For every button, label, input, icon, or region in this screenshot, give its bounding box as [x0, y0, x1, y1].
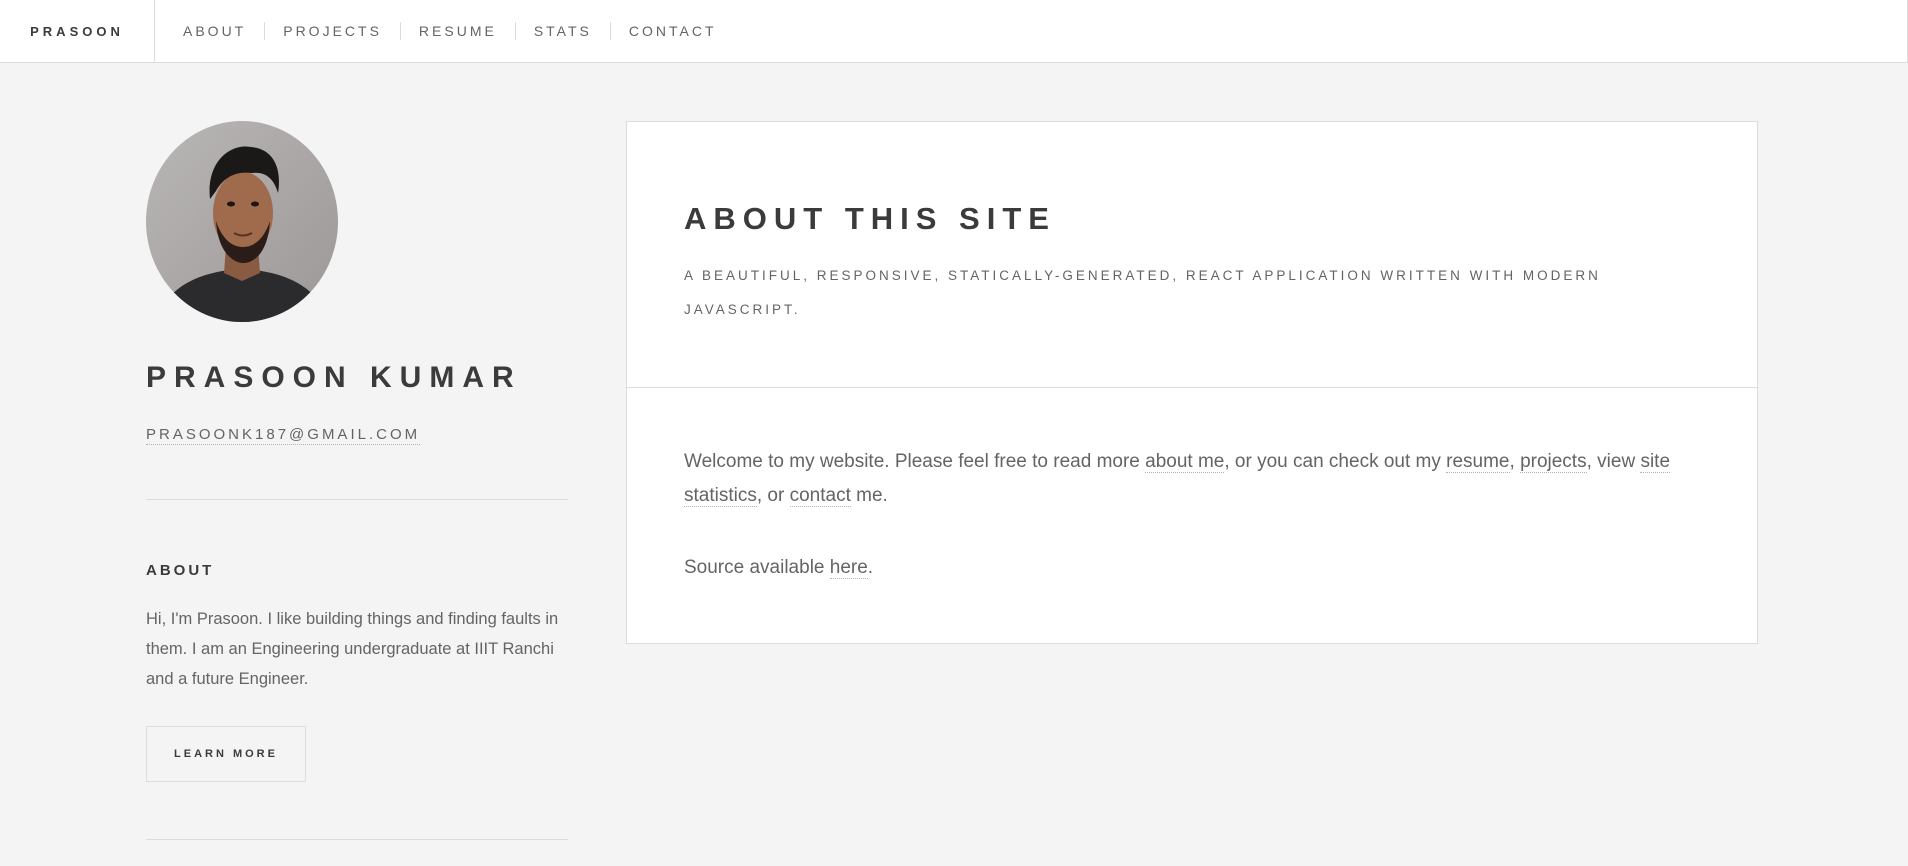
- intro-text: ,: [1509, 451, 1521, 472]
- card-body: Welcome to my website. Please feel free …: [627, 388, 1757, 585]
- about-site-card: About this site A beautiful, responsive,…: [626, 121, 1758, 644]
- learn-more-button[interactable]: Learn More: [146, 726, 306, 782]
- resume-link[interactable]: resume: [1446, 451, 1510, 473]
- about-me-link[interactable]: about me: [1145, 451, 1225, 473]
- nav-contact[interactable]: Contact: [609, 22, 735, 40]
- profile-sidebar: Prasoon Kumar prasoonk187@gmail.com Abou…: [146, 121, 568, 840]
- intro-text: , or: [756, 485, 790, 506]
- page-title: About this site: [684, 201, 1056, 236]
- divider: [146, 499, 568, 500]
- profile-name: Prasoon Kumar: [146, 361, 522, 394]
- nav-about[interactable]: About: [165, 22, 264, 40]
- site-header: Prasoon About Projects Resume Stats Cont…: [0, 0, 1908, 63]
- brand-logo-link[interactable]: Prasoon: [0, 0, 155, 62]
- card-header: About this site A beautiful, responsive,…: [627, 122, 1757, 388]
- about-text: Hi, I'm Prasoon. I like building things …: [146, 610, 559, 688]
- avatar[interactable]: [146, 121, 338, 322]
- nav-projects[interactable]: Projects: [264, 22, 400, 40]
- intro-text: Welcome to my website. Please feel free …: [684, 451, 1146, 472]
- about-heading: About: [146, 562, 215, 579]
- divider: [146, 839, 568, 840]
- intro-paragraph: Welcome to my website. Please feel free …: [684, 445, 1700, 513]
- intro-text: , view: [1586, 451, 1641, 472]
- intro-text: me.: [850, 485, 888, 506]
- contact-link[interactable]: contact: [789, 485, 851, 507]
- page-subtitle: A beautiful, responsive, statically-gene…: [684, 268, 1601, 317]
- source-paragraph: Source available here.: [684, 551, 1700, 585]
- nav-stats[interactable]: Stats: [514, 22, 610, 40]
- nav-resume[interactable]: Resume: [399, 22, 515, 40]
- projects-link[interactable]: projects: [1520, 451, 1587, 473]
- source-link[interactable]: here: [829, 557, 868, 579]
- intro-text: , or you can check out my: [1224, 451, 1447, 472]
- main-nav: About Projects Resume Stats Contact: [165, 0, 735, 62]
- source-text: .: [867, 557, 874, 578]
- email-link[interactable]: prasoonk187@gmail.com: [146, 426, 421, 445]
- source-text: Source available: [684, 557, 830, 578]
